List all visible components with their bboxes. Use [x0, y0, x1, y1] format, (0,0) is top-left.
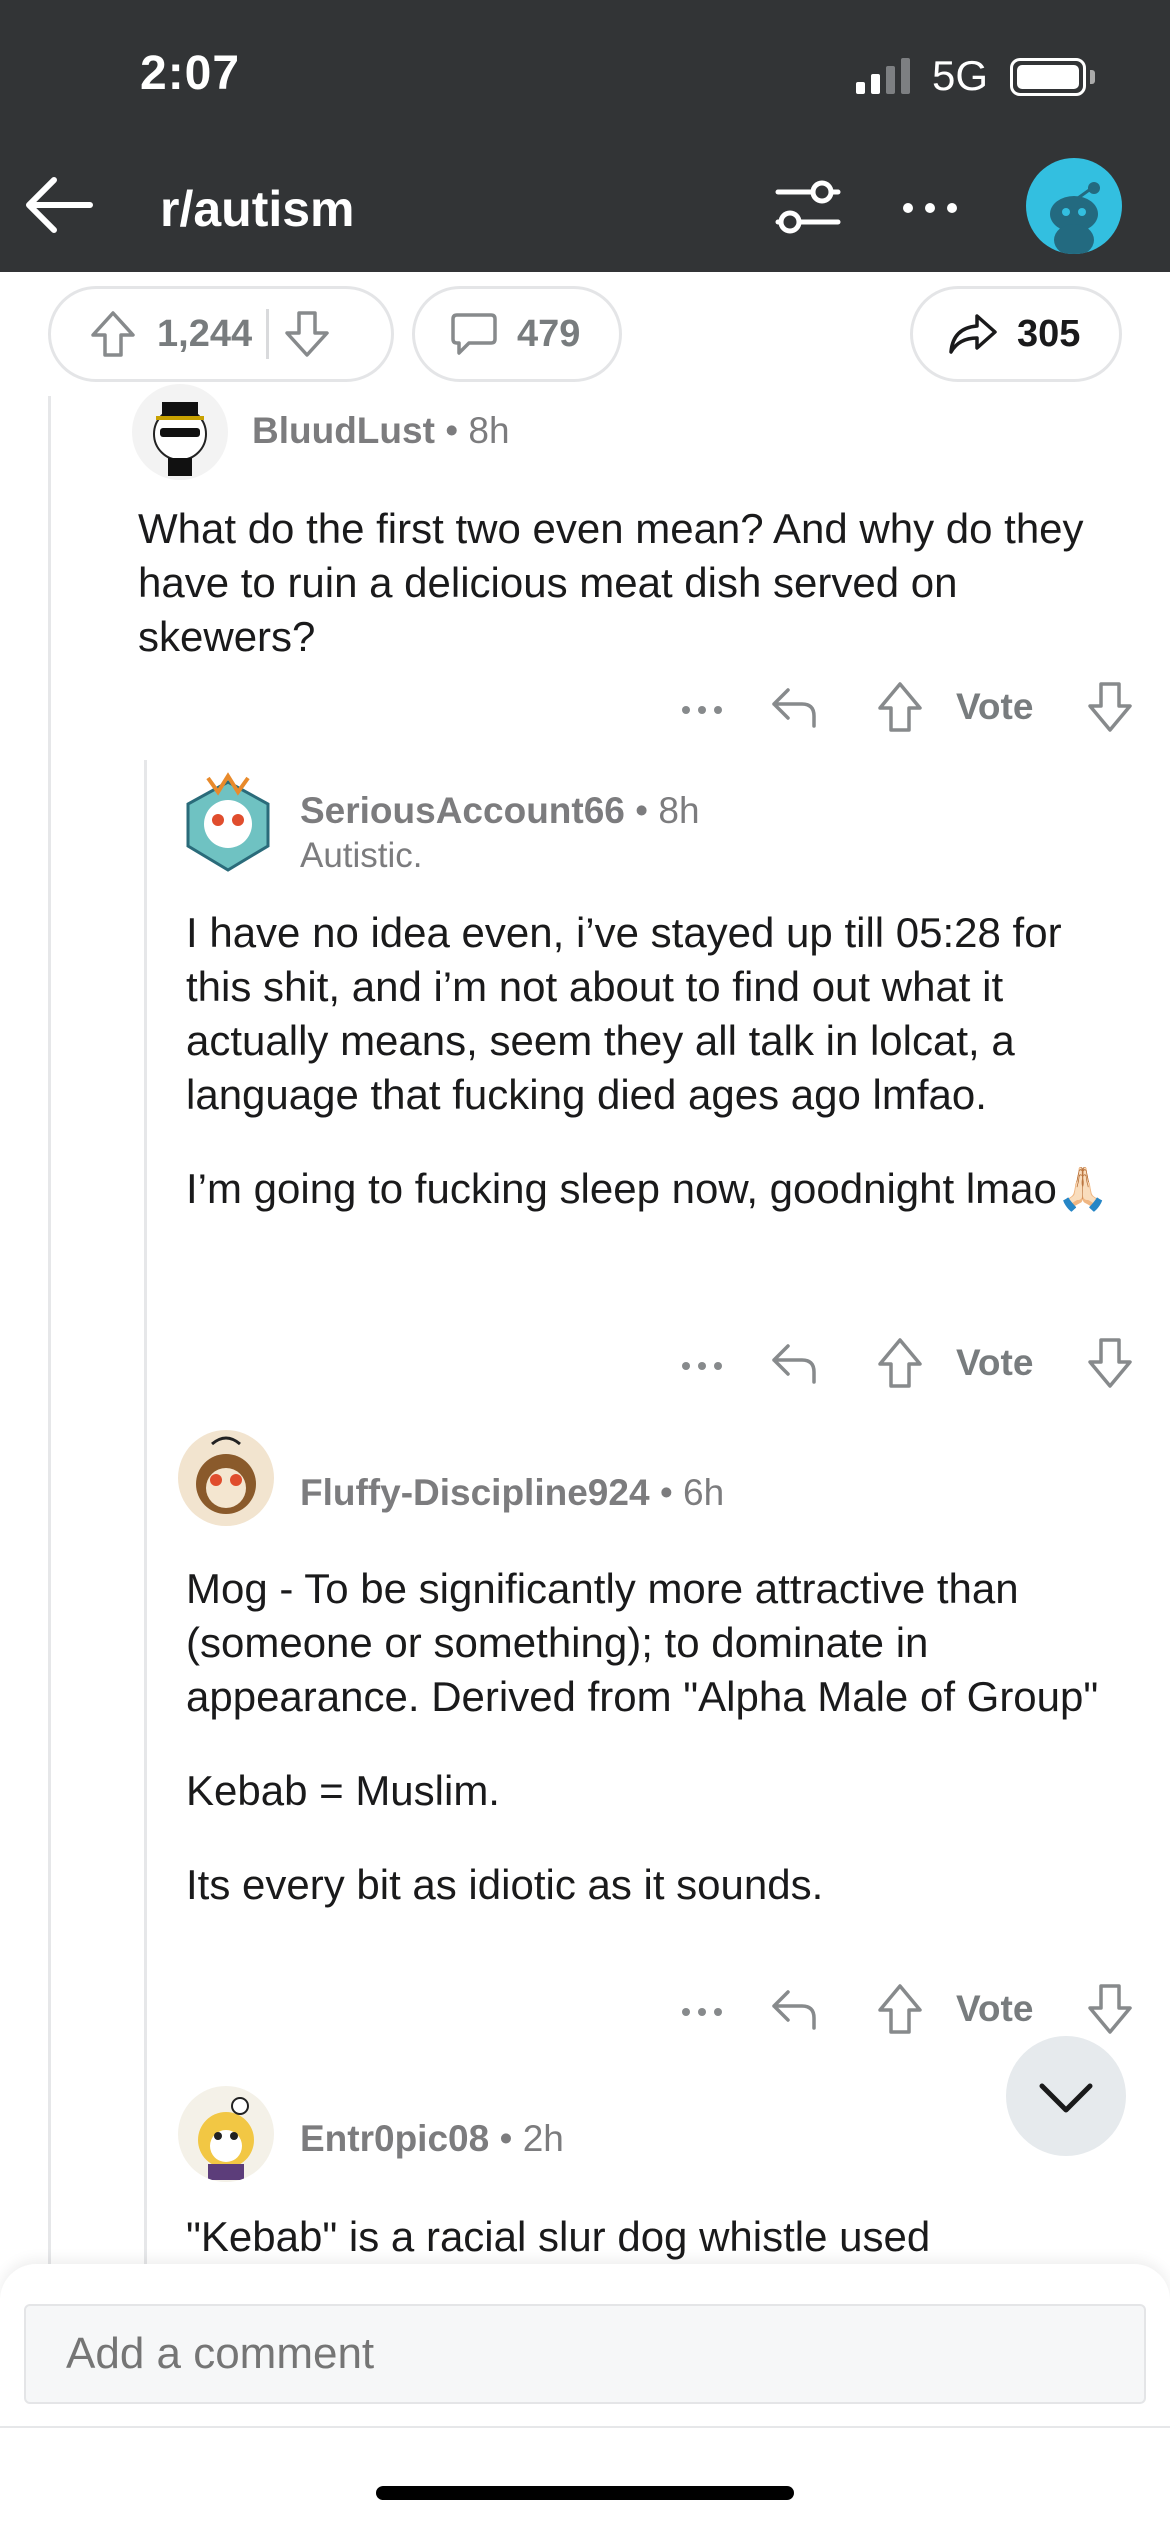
reply-icon[interactable] — [768, 1340, 820, 1388]
upvote-icon[interactable] — [876, 1336, 924, 1390]
comment-input[interactable] — [24, 2304, 1146, 2404]
comment-actions: Vote — [680, 678, 1140, 738]
comment-body: Mog - To be significantly more attractiv… — [186, 1562, 1136, 1912]
comment-age: 8h — [468, 410, 510, 451]
reply-icon[interactable] — [768, 1986, 820, 2034]
home-indicator[interactable] — [376, 2486, 794, 2500]
reply-icon[interactable] — [768, 684, 820, 732]
chevron-down-icon — [1039, 2083, 1093, 2113]
comment-meta: Entr0pic08 • 2h — [300, 2118, 564, 2160]
more-dots-icon[interactable] — [898, 178, 962, 238]
upvote-icon[interactable] — [876, 680, 924, 734]
battery-icon — [1010, 58, 1086, 96]
user-flair: Autistic. — [300, 836, 423, 875]
thread-line-level1 — [48, 396, 51, 2264]
comment-username[interactable]: Entr0pic08 — [300, 2118, 489, 2159]
comment-meta: BluudLust • 8h — [252, 410, 510, 452]
comment-username[interactable]: BluudLust — [252, 410, 435, 451]
comment-age: 6h — [683, 1472, 725, 1513]
comment-body: I have no idea even, i’ve stayed up till… — [186, 906, 1126, 1216]
vote-label: Vote — [956, 1342, 1034, 1383]
comment-meta: Fluffy-Discipline924 • 6h — [300, 1472, 724, 1514]
downvote-icon[interactable] — [1086, 680, 1134, 734]
post-action-bar: 1,244 479 305 — [0, 272, 1170, 396]
comment-paragraph: Its every bit as idiotic as it sounds. — [186, 1861, 824, 1908]
battery-tip — [1090, 70, 1095, 84]
vote-separator — [266, 309, 270, 359]
meta-dot: • — [659, 1472, 684, 1513]
comment-username[interactable]: SeriousAccount66 — [300, 790, 625, 831]
comment-more-icon[interactable] — [680, 1348, 724, 1378]
upvote-icon[interactable] — [876, 1982, 924, 2036]
share-button[interactable]: 305 — [910, 286, 1122, 382]
comment-paragraph: Kebab = Muslim. — [186, 1767, 500, 1814]
comment-username[interactable]: Fluffy-Discipline924 — [300, 1472, 650, 1513]
vote-label: Vote — [956, 1988, 1034, 2029]
comment-actions: Vote — [680, 1980, 1140, 2040]
comments-button[interactable]: 479 — [412, 286, 622, 382]
downvote-icon[interactable] — [1086, 1336, 1134, 1390]
signal-icon — [856, 58, 910, 94]
network-type: 5G — [932, 52, 989, 99]
commenter-avatar[interactable] — [132, 384, 228, 480]
comment-paragraph: I’m going to fucking sleep now, goodnigh… — [186, 1165, 1110, 1212]
comment-paragraph: I have no idea even, i’ve stayed up till… — [186, 909, 1062, 1118]
scroll-down-button[interactable] — [1006, 2036, 1126, 2156]
comment-paragraph: "Kebab" is a racial slur dog whistle use… — [186, 2213, 931, 2260]
post-vote-pill: 1,244 — [48, 286, 394, 382]
subreddit-title[interactable]: r/autism — [160, 180, 355, 238]
meta-dot: • — [499, 2118, 523, 2159]
comment-body: "Kebab" is a racial slur dog whistle use… — [186, 2210, 1136, 2264]
downvote-icon[interactable] — [283, 309, 331, 359]
comment-more-icon[interactable] — [680, 692, 724, 722]
meta-dot: • — [635, 790, 659, 831]
sort-filter-icon[interactable] — [770, 172, 846, 242]
thread-line-level2 — [144, 760, 147, 2264]
comment-body: What do the first two even mean? And why… — [138, 502, 1098, 664]
downvote-icon[interactable] — [1086, 1982, 1134, 2036]
comment-actions: Vote — [680, 1334, 1140, 1394]
comment-count: 479 — [517, 312, 581, 355]
share-icon — [947, 312, 999, 356]
vote-label: Vote — [956, 686, 1034, 727]
comment-meta: SeriousAccount66 • 8h — [300, 790, 700, 832]
user-avatar[interactable] — [1026, 158, 1122, 254]
comment-age: 2h — [522, 2118, 564, 2159]
commenter-avatar[interactable] — [178, 2086, 274, 2182]
upvote-count: 1,244 — [157, 312, 253, 355]
comment-age: 8h — [658, 790, 700, 831]
status-time: 2:07 — [140, 47, 241, 100]
commenter-avatar[interactable] — [178, 768, 278, 876]
meta-dot: • — [445, 410, 469, 451]
app-header: 2:07 5G r/autism — [0, 0, 1170, 272]
back-arrow-icon[interactable] — [20, 170, 100, 240]
comment-paragraph: What do the first two even mean? And why… — [138, 505, 1084, 660]
share-count: 305 — [1017, 312, 1081, 355]
comment-more-icon[interactable] — [680, 1994, 724, 2024]
comment-bubble-icon — [449, 311, 499, 357]
comment-paragraph: Mog - To be significantly more attractiv… — [186, 1565, 1099, 1720]
divider — [0, 2426, 1170, 2428]
commenter-avatar[interactable] — [178, 1430, 274, 1526]
upvote-icon[interactable] — [89, 309, 137, 359]
